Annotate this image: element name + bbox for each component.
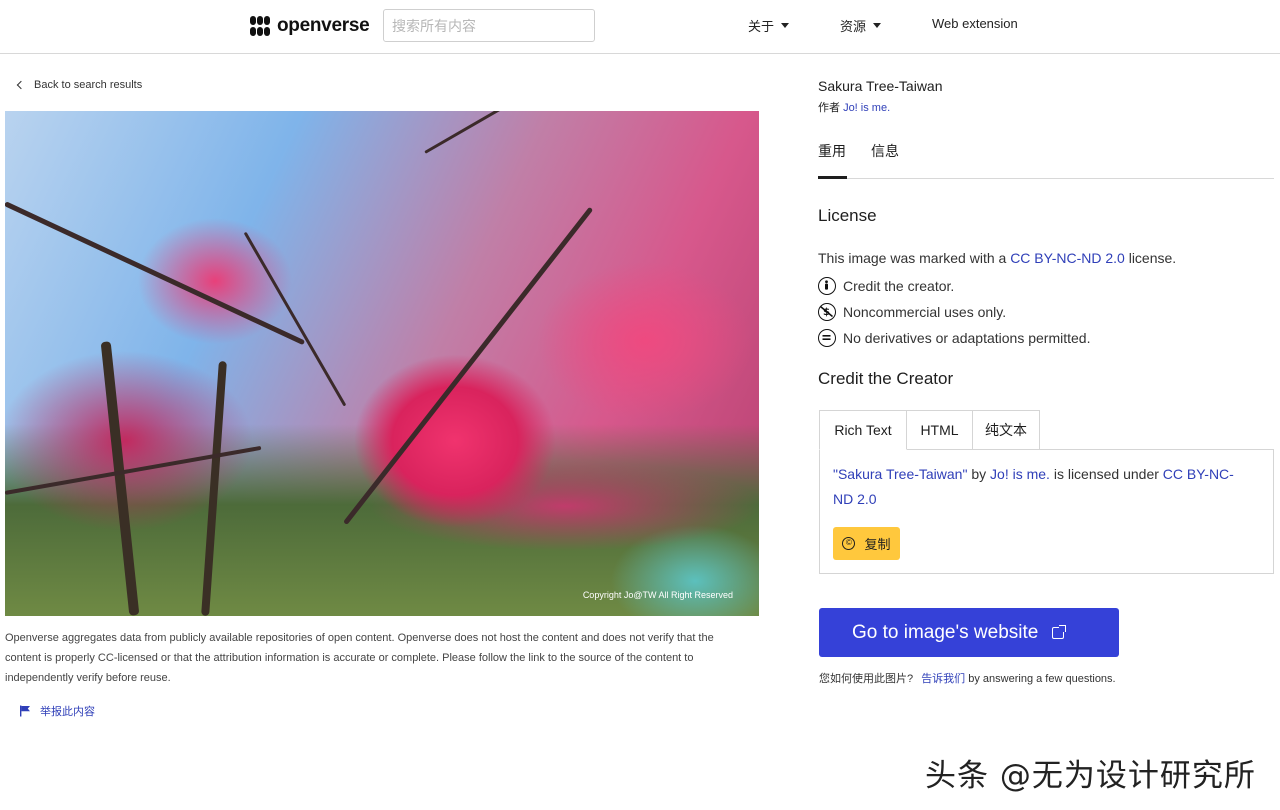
external-link-icon xyxy=(1052,624,1067,639)
nav-resources-menu[interactable]: 资源 xyxy=(840,16,882,35)
feedback-prompt: 您如何使用此图片? 告诉我们 by answering a few questi… xyxy=(819,670,1116,686)
watermark-text: 头条 @无为设计研究所 xyxy=(925,758,1256,794)
attribution-text: "Sakura Tree-Taiwan" by Jo! is me. is li… xyxy=(833,462,1253,512)
chevron-left-icon xyxy=(16,80,26,90)
author-prefix: 作者 xyxy=(818,102,844,114)
attribution-by: by xyxy=(967,466,991,482)
license-link[interactable]: CC BY-NC-ND 2.0 xyxy=(1010,250,1125,266)
license-item-nd: No derivatives or adaptations permitted. xyxy=(818,329,1090,347)
main-image: Copyright Jo@TW All Right Reserved xyxy=(5,111,759,616)
image-author: 作者 Jo! is me. xyxy=(818,99,890,115)
attribution-title-link[interactable]: "Sakura Tree-Taiwan" xyxy=(833,466,967,482)
license-item-text: Credit the creator. xyxy=(843,278,955,294)
license-suffix: license. xyxy=(1124,250,1177,266)
chevron-down-icon xyxy=(781,23,790,28)
report-content-link[interactable]: 举报此内容 xyxy=(19,703,95,719)
tree-branch xyxy=(5,201,306,346)
copy-button[interactable]: © 复制 xyxy=(833,527,900,560)
tree-trunk xyxy=(100,341,140,616)
license-item-text: No derivatives or adaptations permitted. xyxy=(843,330,1091,346)
report-label: 举报此内容 xyxy=(40,706,95,718)
attribution-author-link[interactable]: Jo! is me. xyxy=(990,466,1050,482)
attribution-licensed-under: is licensed under xyxy=(1049,466,1163,482)
tab-info[interactable]: 信息 xyxy=(871,141,899,161)
cc-by-icon xyxy=(818,277,836,295)
cc-nc-icon: $ xyxy=(818,303,836,321)
tab-rich-text[interactable]: Rich Text xyxy=(819,410,907,450)
nav-web-extension-link[interactable]: Web extension xyxy=(932,16,1018,31)
credit-heading: Credit the Creator xyxy=(818,369,954,388)
license-item-by: Credit the creator. xyxy=(818,277,954,295)
license-statement: This image was marked with a CC BY-NC-ND… xyxy=(818,250,1176,266)
disclaimer-text: Openverse aggregates data from publicly … xyxy=(5,632,714,684)
license-heading: License xyxy=(818,206,877,225)
top-header: openverse 关于 资源 Web extension xyxy=(0,0,1280,54)
attribution-box: "Sakura Tree-Taiwan" by Jo! is me. is li… xyxy=(819,449,1274,574)
tab-plain-text[interactable]: 纯文本 xyxy=(972,410,1040,450)
search-input[interactable] xyxy=(383,9,595,42)
feedback-question: 您如何使用此图片? xyxy=(819,673,914,685)
copy-icon: © xyxy=(842,537,856,550)
photo-copyright-text: Copyright Jo@TW All Right Reserved xyxy=(582,590,733,600)
nav-about-menu[interactable]: 关于 xyxy=(748,16,790,35)
feedback-suffix: by answering a few questions. xyxy=(965,673,1116,685)
license-prefix: This image was marked with a xyxy=(818,250,1011,266)
openverse-logo-icon xyxy=(250,15,271,37)
tab-html[interactable]: HTML xyxy=(906,410,973,450)
nav-about-label: 关于 xyxy=(748,19,775,34)
back-to-results-link[interactable]: Back to search results xyxy=(16,79,143,91)
detail-tabs: 重用 信息 xyxy=(818,140,1274,179)
chevron-down-icon xyxy=(873,23,882,28)
cc-nd-icon xyxy=(818,329,836,347)
license-item-text: Noncommercial uses only. xyxy=(843,304,1007,320)
go-to-website-label: Go to image's website xyxy=(852,621,1039,643)
tree-trunk xyxy=(201,361,227,616)
tree-branch xyxy=(424,111,565,154)
tab-reuse[interactable]: 重用 xyxy=(818,141,847,179)
copy-button-label: 复制 xyxy=(864,537,891,552)
feedback-link[interactable]: 告诉我们 xyxy=(921,673,965,685)
author-link[interactable]: Jo! is me. xyxy=(843,102,890,114)
license-item-nc: $ Noncommercial uses only. xyxy=(818,303,1006,321)
tree-branch xyxy=(5,445,262,495)
tree-branch xyxy=(343,206,594,526)
back-link-label: Back to search results xyxy=(34,79,143,91)
openverse-logo[interactable]: openverse xyxy=(250,14,370,38)
logo-text: openverse xyxy=(277,15,370,36)
flag-icon xyxy=(20,705,30,717)
nav-resources-label: 资源 xyxy=(840,19,867,34)
go-to-website-button[interactable]: Go to image's website xyxy=(819,608,1119,657)
image-title: Sakura Tree-Taiwan xyxy=(818,78,943,94)
